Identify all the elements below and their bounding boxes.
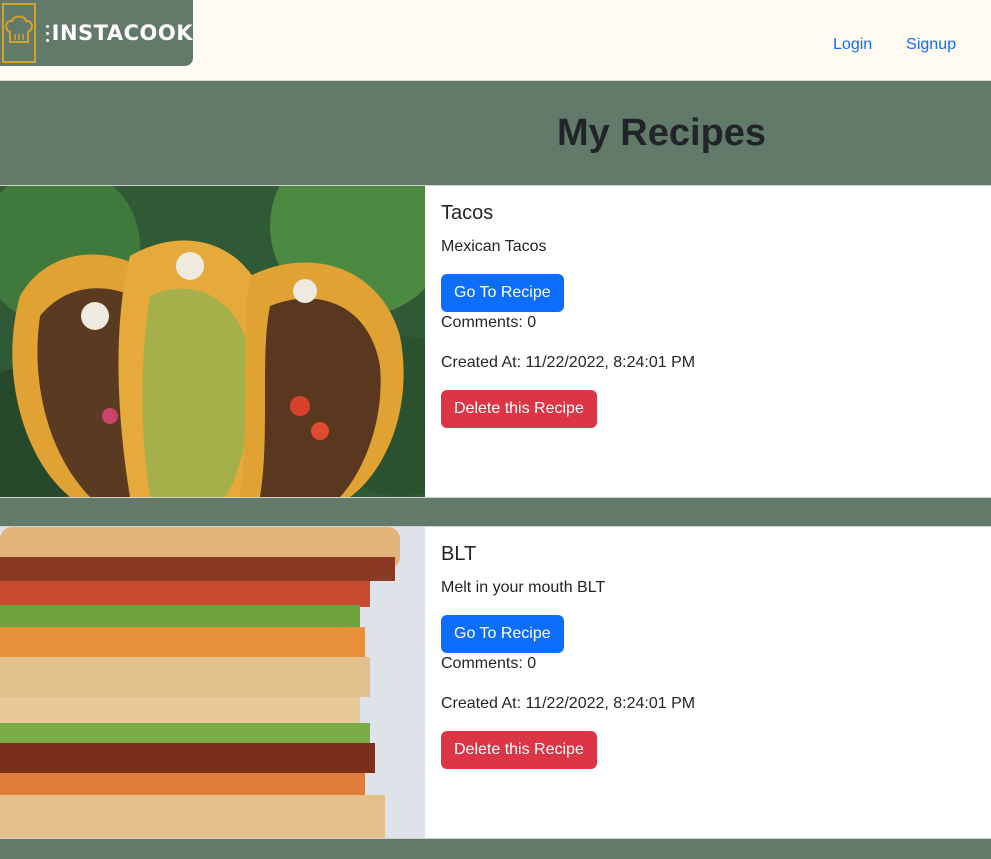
tacos-image bbox=[0, 186, 425, 497]
recipe-description: Mexican Tacos bbox=[441, 238, 547, 255]
signup-link[interactable]: Signup bbox=[906, 36, 956, 54]
delete-form: Delete this Recipe bbox=[441, 731, 695, 769]
logo-dots bbox=[46, 24, 50, 42]
page-header: My Recipes bbox=[0, 81, 991, 185]
created-at: Created At: 11/22/2022, 8:24:01 PM bbox=[441, 695, 696, 712]
recipe-card: Tacos Mexican Tacos Go To Recipe Comment… bbox=[0, 185, 991, 498]
brand-logo[interactable]: INSTACOOK bbox=[0, 0, 193, 66]
navbar: INSTACOOK Login Signup bbox=[0, 0, 991, 81]
delete-recipe-button[interactable]: Delete this Recipe bbox=[441, 731, 597, 769]
nav-links: Login Signup bbox=[833, 36, 956, 54]
login-link[interactable]: Login bbox=[833, 36, 872, 54]
brand-name: INSTACOOK bbox=[51, 21, 193, 45]
chef-hat-icon bbox=[2, 3, 36, 63]
comments-count: Comments: 0 bbox=[441, 655, 537, 672]
recipe-card: BLT Melt in your mouth BLT Go To Recipe … bbox=[0, 526, 991, 839]
blt-image bbox=[0, 527, 425, 838]
recipe-description: Melt in your mouth BLT bbox=[441, 579, 606, 596]
comments-count: Comments: 0 bbox=[441, 314, 537, 331]
recipe-title: BLT bbox=[441, 543, 477, 565]
created-at: Created At: 11/22/2022, 8:24:01 PM bbox=[441, 354, 696, 371]
page-title: My Recipes bbox=[556, 111, 767, 154]
go-to-recipe-button[interactable]: Go To Recipe bbox=[441, 615, 564, 653]
recipe-title: Tacos bbox=[441, 202, 494, 224]
delete-form: Delete this Recipe bbox=[441, 390, 695, 428]
go-to-recipe-button[interactable]: Go To Recipe bbox=[441, 274, 564, 312]
recipe-card-body: BLT Melt in your mouth BLT Go To Recipe … bbox=[425, 527, 711, 838]
recipe-card-body: Tacos Mexican Tacos Go To Recipe Comment… bbox=[425, 186, 711, 497]
delete-recipe-button[interactable]: Delete this Recipe bbox=[441, 390, 597, 428]
